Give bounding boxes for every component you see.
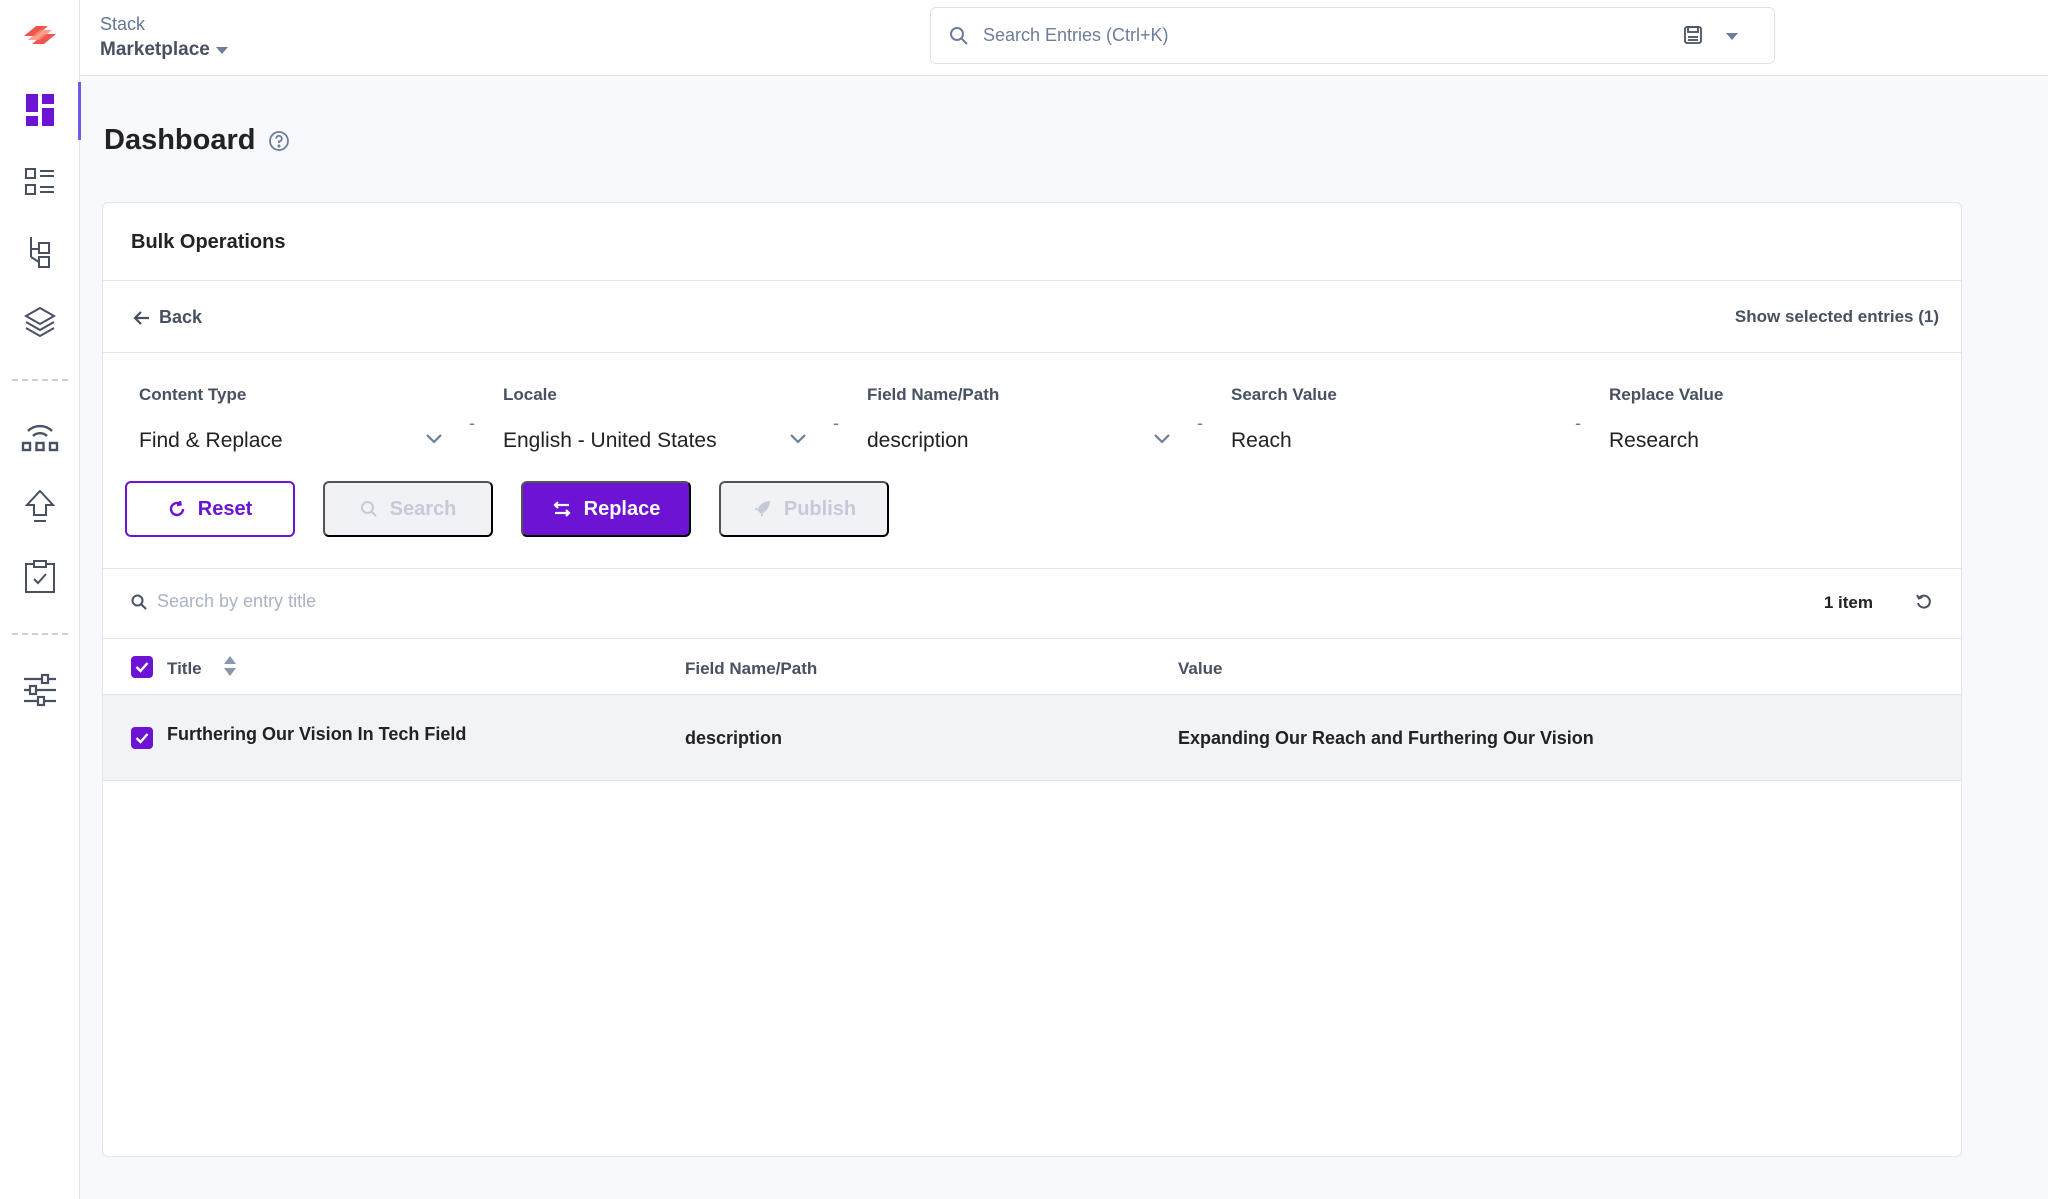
search-value-input[interactable]: Reach	[1231, 429, 1292, 453]
reset-label: Reset	[197, 497, 253, 520]
dashboard-icon[interactable]	[18, 88, 62, 132]
content-type-select[interactable]: Find & Replace	[139, 419, 443, 463]
separator: -	[1197, 413, 1203, 433]
column-field-path: Field Name/Path	[685, 659, 818, 678]
releases-icon[interactable]	[18, 414, 62, 458]
back-row: Back Show selected entries (1)	[103, 281, 1961, 353]
swap-icon	[553, 501, 571, 517]
active-indicator	[78, 82, 81, 140]
arrow-left-icon	[133, 310, 149, 325]
chevron-down-icon	[1154, 434, 1170, 444]
check-icon	[135, 733, 149, 744]
stack-name: Marketplace	[100, 39, 210, 60]
help-icon[interactable]	[268, 130, 290, 152]
brand-logo-icon[interactable]	[18, 14, 62, 58]
search-label: Search	[389, 497, 457, 520]
separator: -	[1575, 413, 1581, 433]
publish-button[interactable]: Publish	[719, 481, 889, 537]
stack-switcher[interactable]: Marketplace	[100, 39, 228, 61]
filters-section: Content Type Find & Replace - Locale Eng…	[103, 353, 1961, 569]
rocket-icon	[753, 501, 770, 517]
replace-value-label: Replace Value	[1609, 385, 1724, 404]
replace-value-input[interactable]: Research	[1609, 429, 1699, 453]
back-button[interactable]: Back	[133, 307, 202, 328]
rail-divider	[12, 633, 68, 635]
replace-label: Replace	[583, 497, 661, 520]
top-bar: Stack Marketplace	[80, 0, 2048, 76]
show-selected-entries-link[interactable]: Show selected entries (1)	[1735, 307, 1939, 327]
layers-icon[interactable]	[18, 300, 62, 344]
table-toolbar: 1 item	[103, 569, 1961, 639]
separator: -	[469, 413, 475, 433]
row-field-path: description	[685, 728, 783, 748]
select-all-checkbox[interactable]	[131, 656, 153, 678]
content-models-icon[interactable]	[18, 230, 62, 274]
entries-list-icon[interactable]	[18, 160, 62, 204]
content-type-label: Content Type	[139, 385, 247, 404]
column-title[interactable]: Title	[167, 659, 202, 679]
reset-button[interactable]: Reset	[125, 481, 295, 537]
publish-queue-icon[interactable]	[18, 485, 62, 529]
tasks-icon[interactable]	[18, 555, 62, 599]
field-path-select[interactable]: description	[867, 419, 1171, 463]
field-path-label: Field Name/Path	[867, 385, 1000, 404]
reload-icon[interactable]	[1915, 593, 1933, 616]
save-search-icon[interactable]	[1684, 26, 1702, 49]
separator: -	[833, 413, 839, 433]
global-search-bar[interactable]	[930, 7, 1775, 64]
table-row[interactable]: Furthering Our Vision In Tech Field desc…	[103, 695, 1961, 781]
rail-divider	[12, 379, 68, 381]
entry-search[interactable]	[131, 591, 557, 612]
refresh-icon	[169, 500, 184, 517]
stack-label: Stack	[100, 14, 146, 34]
global-search-input[interactable]	[983, 25, 1633, 46]
sort-icon[interactable]	[223, 655, 237, 682]
search-options-caret-icon[interactable]	[1726, 33, 1738, 40]
row-title[interactable]: Furthering Our Vision In Tech Field	[167, 724, 466, 745]
content-type-value: Find & Replace	[139, 429, 283, 452]
card-title: Bulk Operations	[131, 231, 286, 253]
back-label: Back	[159, 307, 203, 327]
caret-down-icon	[215, 46, 228, 54]
table-header: Title Field Name/Path Value	[103, 639, 1961, 695]
row-checkbox[interactable]	[131, 727, 153, 749]
chevron-down-icon	[790, 434, 806, 444]
locale-label: Locale	[503, 385, 557, 404]
check-icon	[135, 662, 149, 673]
settings-sliders-icon[interactable]	[18, 668, 62, 712]
publish-label: Publish	[783, 497, 857, 520]
search-icon	[131, 594, 147, 610]
chevron-down-icon	[426, 434, 442, 444]
search-button[interactable]: Search	[323, 481, 493, 537]
locale-select[interactable]: English - United States	[503, 419, 807, 463]
row-value: Expanding Our Reach and Furthering Our V…	[1178, 728, 1594, 748]
search-value-label: Search Value	[1231, 385, 1337, 404]
card-header: Bulk Operations	[103, 203, 1961, 281]
search-icon	[949, 26, 969, 46]
entry-search-input[interactable]	[157, 591, 557, 612]
replace-button[interactable]: Replace	[521, 481, 691, 537]
bulk-operations-card: Bulk Operations Back Show selected entri…	[102, 202, 1962, 1157]
column-value: Value	[1178, 659, 1223, 678]
search-icon	[360, 501, 377, 517]
page-title: Dashboard	[104, 124, 256, 156]
item-count: 1 item	[1823, 593, 1873, 612]
left-sidebar	[0, 0, 81, 1199]
locale-value: English - United States	[503, 429, 717, 452]
field-path-value: description	[867, 429, 969, 452]
